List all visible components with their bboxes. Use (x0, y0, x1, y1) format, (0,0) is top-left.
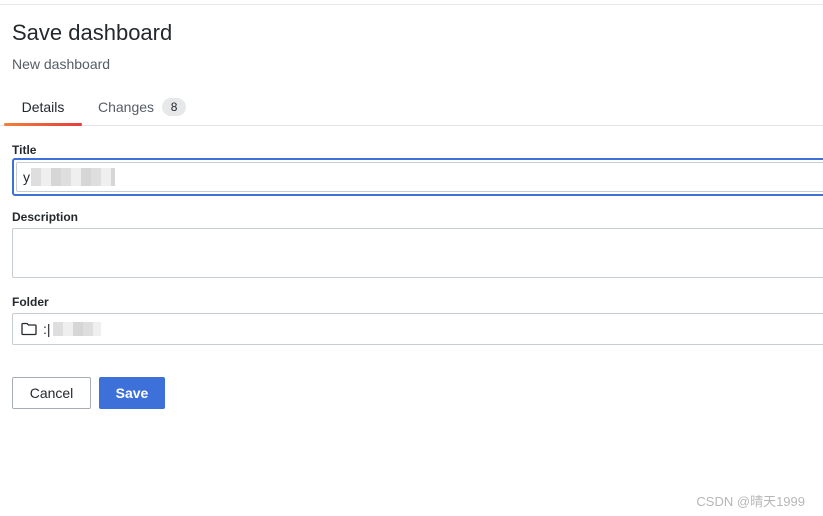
tab-bar: Details Changes 8 (0, 88, 823, 126)
title-input-value: y (23, 169, 30, 185)
folder-value: :| (43, 321, 51, 337)
description-field[interactable] (12, 228, 823, 278)
redacted-text (52, 322, 101, 336)
page-title: Save dashboard (12, 20, 173, 45)
folder-label: Folder (12, 295, 49, 309)
page-subtitle: New dashboard (12, 56, 111, 72)
title-input[interactable]: y (16, 162, 823, 192)
top-divider (0, 4, 823, 5)
redacted-text (31, 168, 115, 186)
save-button[interactable]: Save (99, 377, 165, 409)
title-label: Title (12, 143, 37, 157)
tab-details-label: Details (21, 98, 65, 115)
description-label: Description (12, 210, 79, 224)
save-dashboard-drawer: Save dashboard New dashboard Details Cha… (0, 0, 823, 516)
folder-icon (21, 322, 37, 336)
active-tab-indicator (4, 123, 82, 126)
cancel-button[interactable]: Cancel (12, 377, 91, 409)
folder-picker[interactable]: :| (12, 313, 823, 345)
tab-changes[interactable]: Changes 8 (98, 88, 187, 125)
tab-changes-label: Changes (98, 98, 155, 115)
tab-details[interactable]: Details (4, 88, 82, 126)
title-field[interactable]: y (12, 158, 823, 196)
changes-count-badge: 8 (162, 97, 187, 116)
watermark: CSDN @晴天1999 (696, 494, 805, 509)
